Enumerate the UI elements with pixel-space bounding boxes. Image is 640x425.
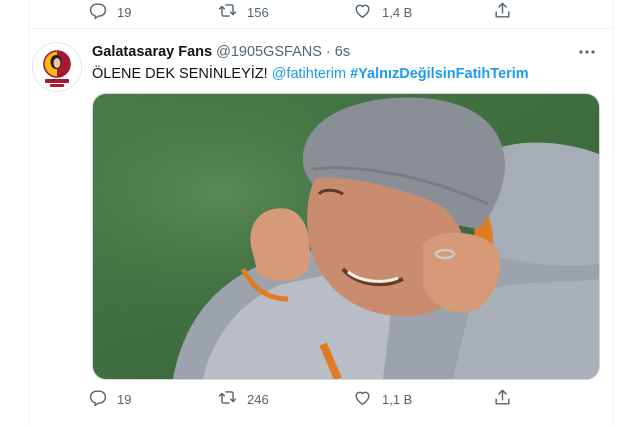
retweet-icon (218, 1, 237, 23)
share-icon (493, 1, 512, 23)
reply-button[interactable]: 19 (88, 0, 131, 24)
user-handle[interactable]: @1905GSFANS (216, 44, 322, 60)
tweet-header: Galatasaray Fans @1905GSFANS · 6s (92, 42, 350, 62)
tweet-body: ÖLENE DEK SENİNLEYİZ! (92, 66, 268, 82)
retweet-count: 156 (247, 4, 269, 20)
more-options-button[interactable] (576, 42, 598, 60)
retweet-count: 246 (247, 391, 269, 407)
retweet-button[interactable]: 156 (218, 0, 269, 24)
reply-count: 19 (117, 391, 132, 407)
reply-icon (88, 388, 107, 410)
timeline-border-left (28, 0, 29, 425)
retweet-button[interactable]: 246 (218, 387, 269, 411)
like-button[interactable]: 1,4 B (353, 0, 412, 24)
heart-icon (353, 1, 372, 23)
share-button[interactable] (493, 0, 512, 24)
photo-icon (93, 94, 599, 379)
like-button[interactable]: 1,1 B (353, 387, 412, 411)
mention-link[interactable]: @fatihterim (272, 66, 346, 82)
hashtag-link[interactable]: #YalnızDeğilsinFatihTerim (350, 66, 529, 82)
reply-button[interactable]: 19 (88, 387, 131, 411)
like-count: 1,1 B (382, 391, 413, 407)
galatasaray-fans-logo-icon (34, 44, 80, 90)
tweet-text: ÖLENE DEK SENİNLEYİZ! @fatihterim #Yalnı… (92, 64, 529, 84)
tweet-time[interactable]: 6s (335, 44, 350, 60)
avatar[interactable] (32, 42, 82, 92)
tweet-actions: 19 246 1,1 B (88, 387, 528, 411)
reply-icon (88, 1, 107, 23)
share-icon (493, 388, 512, 410)
tweet-photo[interactable] (92, 93, 600, 380)
timeline-border-right (613, 0, 614, 425)
more-icon (578, 42, 596, 60)
previous-tweet-actions: 19 156 1,4 B (88, 0, 528, 24)
retweet-icon (218, 388, 237, 410)
like-count: 1,4 B (382, 4, 413, 20)
timeline: 19 156 1,4 B Galatasaray Fans @1905GSFAN… (0, 0, 640, 425)
share-button[interactable] (493, 387, 512, 411)
separator-dot: · (325, 44, 331, 60)
display-name[interactable]: Galatasaray Fans (92, 44, 212, 60)
reply-count: 19 (117, 4, 132, 20)
heart-icon (353, 388, 372, 410)
tweet-divider (28, 28, 614, 29)
